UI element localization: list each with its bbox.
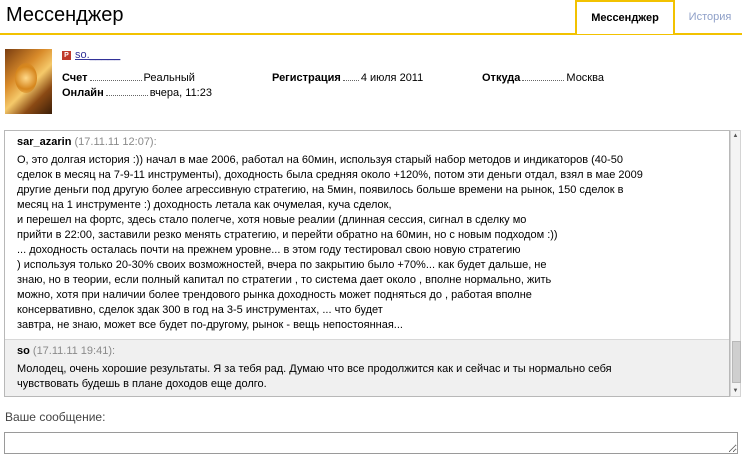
message-author[interactable]: sar_azarin [17,136,71,148]
page-title: Мессенджер [6,4,124,26]
message-time: (17.11.11 12:07): [74,136,157,148]
registration-label: Регистрация [272,72,341,84]
message-line: чувствовать будешь в плане доходов еще д… [17,378,267,390]
location-value: Москва [566,72,604,84]
scroll-up-icon[interactable]: ▲ [731,131,740,141]
message-line: другие деньги под другую более агрессивн… [17,184,624,196]
message-item: sar_azarin (17.11.11 12:07): О, это долг… [5,131,729,339]
pro-badge-icon: P [62,51,71,60]
dotted-leader [342,71,359,81]
tab-messenger[interactable]: Мессенджер [575,0,675,34]
message-line: завтра, не знаю, может все будет по-друг… [17,319,403,331]
message-line: ... доходность осталась почти на прежнем… [17,244,521,256]
message-line: можно, хотя при наличии более трендового… [17,289,532,301]
dotted-leader [105,86,148,96]
dotted-leader [522,71,565,81]
message-line: месяц на 1 инструменте :) доходность лет… [17,199,392,211]
message-body: О, это долгая история :)) начал в мае 20… [17,153,717,333]
compose-label: Ваше сообщение: [5,410,106,424]
online-label: Онлайн [62,87,104,99]
message-line: Молодец, очень хорошие результаты. Я за … [17,363,612,375]
registration-field: Регистрация 4 июля 2011 [272,71,423,84]
message-author[interactable]: so [17,345,30,357]
account-field: Счет Реальный [62,71,195,84]
scroll-thumb[interactable] [732,341,741,383]
message-line: ) используя только 20-30% своих возможно… [17,259,547,271]
online-field: Онлайн вчера, 11:23 [62,86,212,99]
message-time: (17.11.11 19:41): [32,345,116,357]
message-line: консервативно, сделок здак 300 в год на … [17,304,383,316]
location-field: Откуда Москва [482,71,604,84]
profile-panel: P so._____ Счет Реальный Онлайн вчера, 1… [5,49,740,119]
account-value: Реальный [143,72,195,84]
message-line: знаю, но в теории, если полный капитал п… [17,274,552,286]
location-label: Откуда [482,72,521,84]
message-body: Молодец, очень хорошие результаты. Я за … [17,362,717,392]
account-label: Счет [62,72,88,84]
message-item: so (17.11.11 19:41): Молодец, очень хоро… [5,339,729,396]
avatar[interactable] [5,49,52,114]
scroll-down-icon[interactable]: ▼ [731,386,740,396]
message-line: прийти в 22:00, заставили резко менять с… [17,229,558,241]
dotted-leader [89,71,142,81]
online-value: вчера, 11:23 [149,87,212,99]
username-link[interactable]: so._____ [75,49,120,61]
message-line: О, это долгая история :)) начал в мае 20… [17,154,623,166]
tab-history[interactable]: История [678,0,742,34]
message-line: и перешел на фортс, здесь стало полегче,… [17,214,527,226]
message-line: сделок в месяц на 7-9-11 инструменты), д… [17,169,643,181]
message-history[interactable]: sar_azarin (17.11.11 12:07): О, это долг… [4,130,730,397]
registration-value: 4 июля 2011 [360,72,424,84]
message-scrollbar[interactable]: ▲ ▼ [730,130,741,397]
header: Мессенджер Мессенджер История [0,0,742,36]
